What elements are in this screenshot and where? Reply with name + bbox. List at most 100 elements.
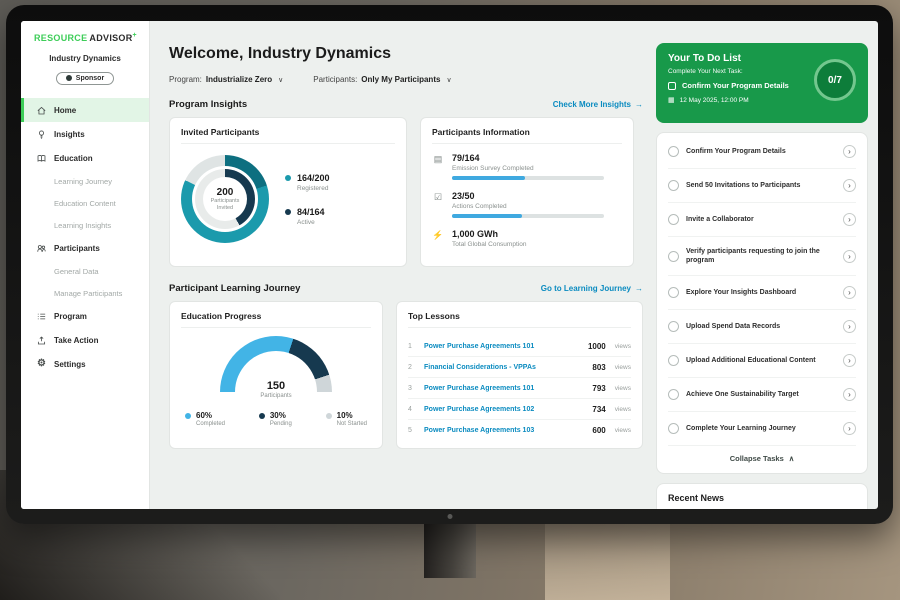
program-filter-value: Industrialize Zero bbox=[206, 75, 272, 84]
lesson-views-suffix: views bbox=[615, 385, 631, 392]
go-to-learning-journey-link[interactable]: Go to Learning Journey → bbox=[541, 284, 643, 293]
sponsor-badge-label: Sponsor bbox=[76, 75, 104, 82]
todo-column: Your To Do List Complete Your Next Task:… bbox=[656, 21, 878, 509]
lesson-views-suffix: views bbox=[615, 343, 631, 350]
task-checkbox[interactable] bbox=[668, 423, 679, 434]
task-label: Upload Spend Data Records bbox=[686, 322, 836, 331]
donut-center-label: Participants Invited bbox=[208, 198, 242, 212]
lesson-link[interactable]: Power Purchase Agreements 101 bbox=[424, 385, 585, 392]
section-title-program-insights: Program Insights bbox=[169, 99, 247, 110]
card-title: Invited Participants bbox=[181, 127, 395, 144]
participants-filter-dropdown[interactable]: Participants: Only My Participants ∨ bbox=[313, 75, 451, 84]
lesson-row: 3 Power Purchase Agreements 101 793 view… bbox=[408, 378, 631, 399]
todo-summary-card: Your To Do List Complete Your Next Task:… bbox=[656, 43, 868, 123]
arrow-right-icon: → bbox=[635, 100, 643, 109]
sidebar-item-education-content[interactable]: Education Content bbox=[21, 192, 149, 214]
collapse-tasks-link[interactable]: Collapse Tasks ∧ bbox=[668, 446, 856, 469]
sidebar-item-take-action[interactable]: Take Action bbox=[21, 328, 149, 352]
chevron-right-icon[interactable]: › bbox=[843, 250, 856, 263]
main-content: Welcome, Industry Dynamics Program: Indu… bbox=[150, 21, 656, 509]
survey-icon: ▤ bbox=[432, 153, 444, 180]
legend-dot bbox=[185, 413, 191, 419]
task-row[interactable]: Confirm Your Program Details › bbox=[668, 135, 856, 169]
task-row[interactable]: Invite a Collaborator › bbox=[668, 203, 856, 237]
lesson-link[interactable]: Power Purchase Agreements 102 bbox=[424, 406, 585, 413]
task-checkbox[interactable] bbox=[668, 251, 679, 262]
stat-value: 1,000 GWh bbox=[452, 229, 622, 239]
sidebar-item-participants[interactable]: Participants bbox=[21, 236, 149, 260]
sidebar-item-settings[interactable]: ⚙ Settings bbox=[21, 352, 149, 376]
progress-bar bbox=[452, 176, 604, 180]
page-title: Welcome, Industry Dynamics bbox=[169, 45, 643, 63]
task-row[interactable]: Upload Spend Data Records › bbox=[668, 310, 856, 344]
legend-value: 10% bbox=[337, 411, 367, 420]
sidebar-item-education[interactable]: Education bbox=[21, 146, 149, 170]
sidebar-item-home[interactable]: Home bbox=[21, 98, 149, 122]
sidebar-item-program[interactable]: Program bbox=[21, 304, 149, 328]
lesson-row: 2 Financial Considerations - VPPAs 803 v… bbox=[408, 357, 631, 378]
task-label: Send 50 Invitations to Participants bbox=[686, 181, 836, 190]
task-checkbox[interactable] bbox=[668, 389, 679, 400]
education-gauge-chart: 150 bbox=[220, 336, 332, 392]
task-row[interactable]: Explore Your Insights Dashboard › bbox=[668, 276, 856, 310]
program-filter-dropdown[interactable]: Program: Industrialize Zero ∨ bbox=[169, 75, 283, 84]
invited-participants-card: Invited Participants 200 Participants In… bbox=[169, 117, 407, 267]
gauge-center-value: 150 bbox=[220, 380, 332, 392]
legend-active: 84/164 Active bbox=[285, 207, 330, 226]
legend-label: Registered bbox=[297, 185, 330, 192]
check-more-insights-link[interactable]: Check More Insights → bbox=[553, 100, 643, 109]
legend-label: Completed bbox=[196, 421, 225, 427]
chevron-right-icon[interactable]: › bbox=[843, 145, 856, 158]
sidebar-item-learning-journey[interactable]: Learning Journey bbox=[21, 170, 149, 192]
chevron-right-icon[interactable]: › bbox=[843, 286, 856, 299]
task-checkbox[interactable] bbox=[668, 287, 679, 298]
task-row[interactable]: Achieve One Sustainability Target › bbox=[668, 378, 856, 412]
due-date: 12 May 2025, 12:00 PM bbox=[680, 97, 749, 104]
brand-plus: + bbox=[133, 32, 137, 39]
sidebar-item-insights[interactable]: Insights bbox=[21, 122, 149, 146]
sponsor-badge: Sponsor bbox=[56, 72, 114, 85]
stat-label: Emission Survey Completed bbox=[452, 165, 622, 172]
task-checkbox[interactable] bbox=[668, 180, 679, 191]
chevron-right-icon[interactable]: › bbox=[843, 354, 856, 367]
card-title: Participants Information bbox=[432, 127, 622, 144]
lesson-views: 734 bbox=[592, 405, 605, 414]
task-label: Upload Additional Educational Content bbox=[686, 356, 836, 365]
lesson-link[interactable]: Power Purchase Agreements 101 bbox=[424, 343, 581, 350]
home-icon bbox=[36, 105, 47, 116]
lesson-link[interactable]: Power Purchase Agreements 103 bbox=[424, 427, 585, 434]
task-row[interactable]: Complete Your Learning Journey › bbox=[668, 412, 856, 446]
collapse-label: Collapse Tasks bbox=[730, 454, 784, 463]
chevron-right-icon[interactable]: › bbox=[843, 213, 856, 226]
monitor-stand bbox=[424, 518, 476, 578]
task-checkbox[interactable] bbox=[668, 146, 679, 157]
chevron-right-icon[interactable]: › bbox=[843, 422, 856, 435]
sidebar-item-general-data[interactable]: General Data bbox=[21, 260, 149, 282]
chevron-right-icon[interactable]: › bbox=[843, 320, 856, 333]
education-progress-card: Education Progress 150 Participants 60% … bbox=[169, 301, 383, 449]
task-row[interactable]: Upload Additional Educational Content › bbox=[668, 344, 856, 378]
recent-news-card: Recent News bbox=[656, 483, 868, 509]
sidebar-item-label: Education bbox=[54, 154, 93, 163]
legend-dot bbox=[285, 209, 291, 215]
legend-value: 30% bbox=[270, 411, 292, 420]
legend-value: 60% bbox=[196, 411, 225, 420]
task-row[interactable]: Send 50 Invitations to Participants › bbox=[668, 169, 856, 203]
stat-value: 79/164 bbox=[452, 153, 622, 163]
lesson-views-suffix: views bbox=[615, 427, 631, 434]
lesson-link[interactable]: Financial Considerations - VPPAs bbox=[424, 364, 585, 371]
chevron-right-icon[interactable]: › bbox=[843, 179, 856, 192]
task-label: Verify participants requesting to join t… bbox=[686, 247, 836, 265]
brand-logo: RESOURCEADVISOR+ bbox=[21, 30, 149, 43]
task-checkbox[interactable] bbox=[668, 214, 679, 225]
sidebar-item-manage-participants[interactable]: Manage Participants bbox=[21, 282, 149, 304]
consumption-icon: ⚡ bbox=[432, 229, 444, 252]
chevron-right-icon[interactable]: › bbox=[843, 388, 856, 401]
invited-donut-chart: 200 Participants Invited bbox=[181, 155, 269, 243]
task-checkbox[interactable] bbox=[668, 321, 679, 332]
education-icon bbox=[36, 153, 47, 164]
task-row[interactable]: Verify participants requesting to join t… bbox=[668, 237, 856, 276]
task-checkbox[interactable] bbox=[668, 355, 679, 366]
sidebar-item-learning-insights[interactable]: Learning Insights bbox=[21, 214, 149, 236]
task-checkbox[interactable] bbox=[668, 82, 676, 90]
